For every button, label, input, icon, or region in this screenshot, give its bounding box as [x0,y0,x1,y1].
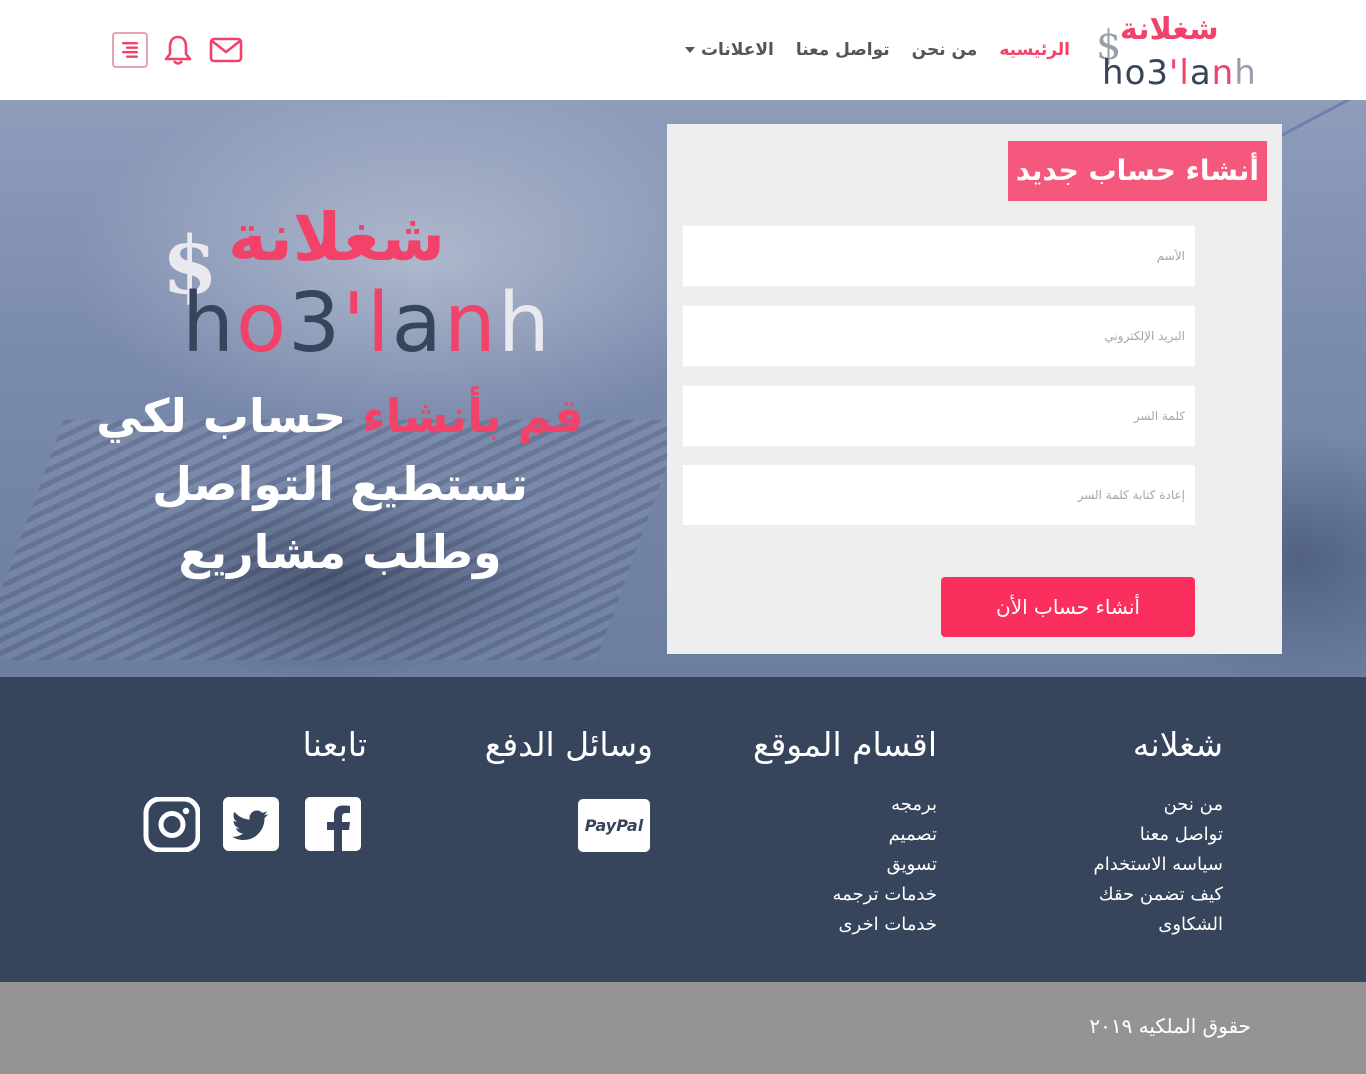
footer-link[interactable]: الشكاوى [1094,910,1223,940]
logo-letter: l [366,276,392,371]
hero-headline: قم بأنشاء حساب لكي تستطيع التواصل وطلب م… [60,382,620,586]
nav-ads-dropdown[interactable]: الاعلانات [684,40,774,60]
logo-letter: o [1124,53,1147,93]
logo-letter: 3 [288,276,343,371]
signup-title: أنشاء حساب جديد [1007,141,1267,201]
footer-link[interactable]: برمجه [833,790,937,820]
logo-letter: n [443,276,498,371]
paypal-icon[interactable]: PayPal [578,799,650,852]
logo-arabic: شغلانة [1120,12,1219,47]
footer-link[interactable]: من نحن [1094,790,1223,820]
menu-icon[interactable] [112,32,148,68]
footer-link[interactable]: تواصل معنا [1094,820,1223,850]
logo-letter: h [1234,53,1257,93]
logo-letter: o [235,276,289,371]
logo-letter: n [1211,53,1235,93]
bell-icon[interactable] [160,32,196,68]
site-header: $ شغلانة ho3'lanh الرئيسيه من نحن تواصل … [0,0,1366,100]
footer-sections-title: اقسام الموقع [752,725,937,764]
logo-letter: 3 [1146,53,1170,93]
footer-link[interactable]: سياسه الاستخدام [1094,850,1223,880]
logo-letter: ' [1169,53,1180,93]
nav-about[interactable]: من نحن [912,40,978,60]
logo-english: ho3'lanh [1102,56,1257,90]
footer-about-title: شغلانه [1132,725,1223,764]
hero-line-2: تستطيع التواصل [152,457,528,511]
footer-about-list: من نحن تواصل معنا سياسه الاستخدام كيف تض… [1094,790,1223,940]
nav-ads-label: الاعلانات [700,40,774,60]
nav-contact[interactable]: تواصل معنا [796,40,890,60]
caret-down-icon [684,47,695,53]
logo-letter: l [1179,53,1190,93]
facebook-icon[interactable] [304,797,362,852]
signup-card: أنشاء حساب جديد أنشاء حساب الأن [667,124,1282,654]
footer-link[interactable]: تسويق [833,850,937,880]
hero-line-3: وطلب مشاريع [178,525,502,579]
mail-icon[interactable] [208,32,244,68]
logo-letter: a [1189,53,1212,93]
footer-link[interactable]: كيف تضمن حقك [1094,880,1223,910]
logo-letter: h [497,276,552,371]
site-footer: شغلانه من نحن تواصل معنا سياسه الاستخدام… [0,677,1366,982]
create-account-button[interactable]: أنشاء حساب الأن [941,577,1195,637]
logo-letter: ' [342,276,367,371]
copyright-text: حقوق الملكيه ٢٠١٩ [1089,1014,1251,1038]
hero-logo: $ شغلانة ho3'lanh [160,199,550,365]
email-field[interactable] [683,306,1195,366]
hero-logo-arabic: شغلانة [228,199,446,276]
footer-payment-title: وسائل الدفع [484,725,653,764]
site-logo[interactable]: $ شغلانة ho3'lanh [1096,12,1258,92]
main-nav: الرئيسيه من نحن تواصل معنا الاعلانات [680,30,1070,70]
hero-line-1-rest: حساب لكي [96,389,347,443]
header-icons [112,32,244,68]
hero-logo-english: ho3'lanh [182,283,552,365]
footer-sections-list: برمجه تصميم تسويق خدمات ترجمه خدمات اخرى [833,790,938,940]
confirm-password-field[interactable] [683,465,1195,525]
nav-home[interactable]: الرئيسيه [999,40,1070,60]
hero-highlight: قم بأنشاء [362,389,584,443]
instagram-icon[interactable] [142,796,201,853]
logo-letter: a [391,276,444,371]
footer-link[interactable]: خدمات ترجمه [833,880,938,910]
footer-link[interactable]: خدمات اخرى [833,910,937,940]
footer-follow-title: تابعنا [302,725,367,764]
password-field[interactable] [683,386,1195,446]
copyright-bar: حقوق الملكيه ٢٠١٩ [0,982,1366,1074]
name-field[interactable] [683,226,1195,286]
hero-line-1: قم بأنشاء حساب لكي [60,382,620,450]
logo-letter: h [182,276,236,371]
footer-link[interactable]: تصميم [833,820,937,850]
logo-letter: h [1102,53,1125,93]
twitter-icon[interactable] [222,797,280,852]
